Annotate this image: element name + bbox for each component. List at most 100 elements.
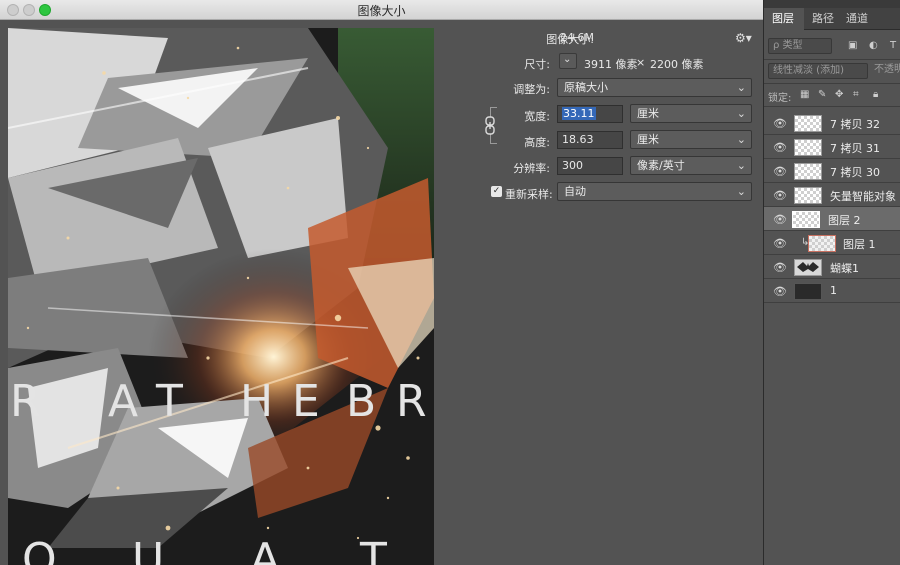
layer-row[interactable]: 👁︎ 矢量智能对象 xyxy=(764,183,900,207)
dimensions-unit-dropdown[interactable]: ⌄ xyxy=(559,53,577,69)
lock-all-icon[interactable]: 🔒︎ xyxy=(873,89,878,100)
resample-dropdown[interactable]: 自动 ⌄ xyxy=(557,182,752,201)
tab-layers[interactable]: 图层 xyxy=(764,8,804,30)
fit-to-label: 调整为: xyxy=(513,83,550,96)
panel-tabs: 图层 路径 通道 xyxy=(764,8,900,30)
image-preview[interactable]: R A T H E B R Q U A T xyxy=(8,28,434,565)
tab-paths[interactable]: 路径 xyxy=(804,8,842,30)
resolution-label: 分辨率: xyxy=(513,162,550,175)
layer-row[interactable]: 👁︎ 7 拷贝 32 xyxy=(764,111,900,135)
preview-letter: T xyxy=(360,534,389,565)
chevron-down-icon: ⌄ xyxy=(736,81,746,94)
height-unit: 厘米 xyxy=(637,133,659,146)
eye-icon[interactable]: 👁︎ xyxy=(773,189,787,202)
preview-letter: R xyxy=(10,376,43,427)
panel-divider xyxy=(764,83,900,84)
layer-row[interactable]: 👁︎ 蝴蝶1 xyxy=(764,255,900,279)
layer-name: 蝴蝶1 xyxy=(830,262,859,275)
eye-icon[interactable]: 👁︎ xyxy=(773,117,787,130)
width-unit: 厘米 xyxy=(637,107,659,120)
eye-icon[interactable]: 👁︎ xyxy=(773,213,787,226)
dimensions-width: 3911 像素 xyxy=(584,58,638,71)
preview-letter: R xyxy=(396,376,429,427)
layer-thumbnail xyxy=(808,235,836,252)
layer-row[interactable]: 👁︎ 7 拷贝 30 xyxy=(764,159,900,183)
chevron-down-icon: ⌄ xyxy=(736,159,746,172)
panel-divider xyxy=(764,59,900,60)
layer-thumbnail xyxy=(794,259,822,276)
layer-name: 7 拷贝 30 xyxy=(830,166,880,179)
resample-value: 自动 xyxy=(564,185,586,198)
preview-letter: U xyxy=(132,534,167,565)
layer-row-selected[interactable]: 👁︎ 图层 2 xyxy=(764,207,900,231)
lock-artboard-icon[interactable]: ⌗ xyxy=(853,89,859,100)
width-label: 宽度: xyxy=(524,110,550,123)
resample-label: 重新采样: xyxy=(505,188,553,201)
layer-name: 7 拷贝 32 xyxy=(830,118,880,131)
layer-row[interactable]: 👁︎ ↳ 图层 1 xyxy=(764,231,900,255)
layer-thumbnail xyxy=(794,115,822,132)
window-title: 图像大小 xyxy=(357,4,406,18)
chevron-down-icon: ⌄ xyxy=(736,133,746,146)
height-unit-dropdown[interactable]: 厘米 ⌄ xyxy=(630,130,752,149)
lock-row: 锁定: ▦ ✎ ✥ ⌗ 🔒︎ xyxy=(768,88,900,104)
preview-letter: E xyxy=(292,376,322,427)
resolution-unit: 像素/英寸 xyxy=(637,159,685,172)
layer-thumbnail xyxy=(792,211,820,228)
layers-panel: 图层 路径 通道 ρ 类型 ▣ ◐ T 线性减淡 (添加) 不透明 锁定: ▦ … xyxy=(763,0,900,565)
title-bar[interactable]: 图像大小 xyxy=(0,0,763,20)
layer-thumbnail xyxy=(794,139,822,156)
preview-letter: B xyxy=(346,376,379,427)
eye-icon[interactable]: 👁︎ xyxy=(773,141,787,154)
image-filter-icon[interactable]: ▣ xyxy=(848,40,857,51)
width-unit-dropdown[interactable]: 厘米 ⌄ xyxy=(630,104,752,123)
height-label: 高度: xyxy=(524,136,550,149)
layer-filter-row: ρ 类型 ▣ ◐ T xyxy=(768,36,900,56)
eye-icon[interactable]: 👁︎ xyxy=(773,237,787,250)
layer-row[interactable]: 👁︎ 7 拷贝 31 xyxy=(764,135,900,159)
chevron-down-icon: ⌄ xyxy=(736,185,746,198)
type-filter-icon[interactable]: T xyxy=(890,40,896,51)
image-size-value: 24.6M xyxy=(560,31,594,44)
fit-to-dropdown[interactable]: 原稿大小 ⌄ xyxy=(557,78,752,97)
panel-divider xyxy=(764,106,900,107)
preview-artwork xyxy=(8,28,434,565)
dimensions-height: 2200 像素 xyxy=(650,58,704,71)
filter-kind-dropdown[interactable]: ρ 类型 xyxy=(768,38,832,54)
filter-kind-value: ρ 类型 xyxy=(773,40,803,51)
tab-channels[interactable]: 通道 xyxy=(838,8,876,30)
lock-label: 锁定: xyxy=(768,93,792,104)
chevron-down-icon: ⌄ xyxy=(736,107,746,120)
resolution-value: 300 xyxy=(562,159,583,172)
lock-paint-icon[interactable]: ✎ xyxy=(818,89,826,100)
layer-thumbnail xyxy=(794,187,822,204)
height-value: 18.63 xyxy=(562,133,594,146)
layer-name: 图层 1 xyxy=(843,238,876,251)
eye-icon[interactable]: 👁︎ xyxy=(773,285,787,298)
resolution-input[interactable]: 300 xyxy=(557,157,623,175)
height-input[interactable]: 18.63 xyxy=(557,131,623,149)
width-input[interactable]: 33.11 xyxy=(557,105,623,123)
layer-name: 1 xyxy=(830,284,837,297)
opacity-label: 不透明 xyxy=(874,64,900,75)
image-size-dialog: 图像大小 R A T H E B R Q U A T ⚙▾ 图像大小: 24.6… xyxy=(0,0,763,565)
layer-thumbnail xyxy=(794,283,822,300)
preview-letter: H xyxy=(240,376,276,427)
blend-mode-dropdown[interactable]: 线性减淡 (添加) xyxy=(768,63,868,79)
layer-thumbnail xyxy=(794,163,822,180)
preview-letter: Q xyxy=(22,534,59,565)
resolution-unit-dropdown[interactable]: 像素/英寸 ⌄ xyxy=(630,156,752,175)
eye-icon[interactable]: 👁︎ xyxy=(773,261,787,274)
layer-name: 7 拷贝 31 xyxy=(830,142,880,155)
adjustment-filter-icon[interactable]: ◐ xyxy=(869,40,878,51)
chevron-down-icon: ⌄ xyxy=(563,54,572,65)
resample-checkbox[interactable]: ✓ xyxy=(491,186,502,197)
blend-mode-value: 线性减淡 (添加) xyxy=(773,65,844,76)
settings-gear-icon[interactable]: ⚙▾ xyxy=(735,31,752,45)
lock-position-icon[interactable]: ✥ xyxy=(835,89,843,100)
lock-transparent-icon[interactable]: ▦ xyxy=(800,89,809,100)
fit-to-value: 原稿大小 xyxy=(564,81,608,94)
layer-row[interactable]: 👁︎ 1 xyxy=(764,279,900,303)
eye-icon[interactable]: 👁︎ xyxy=(773,165,787,178)
preview-letter: A xyxy=(108,376,141,427)
